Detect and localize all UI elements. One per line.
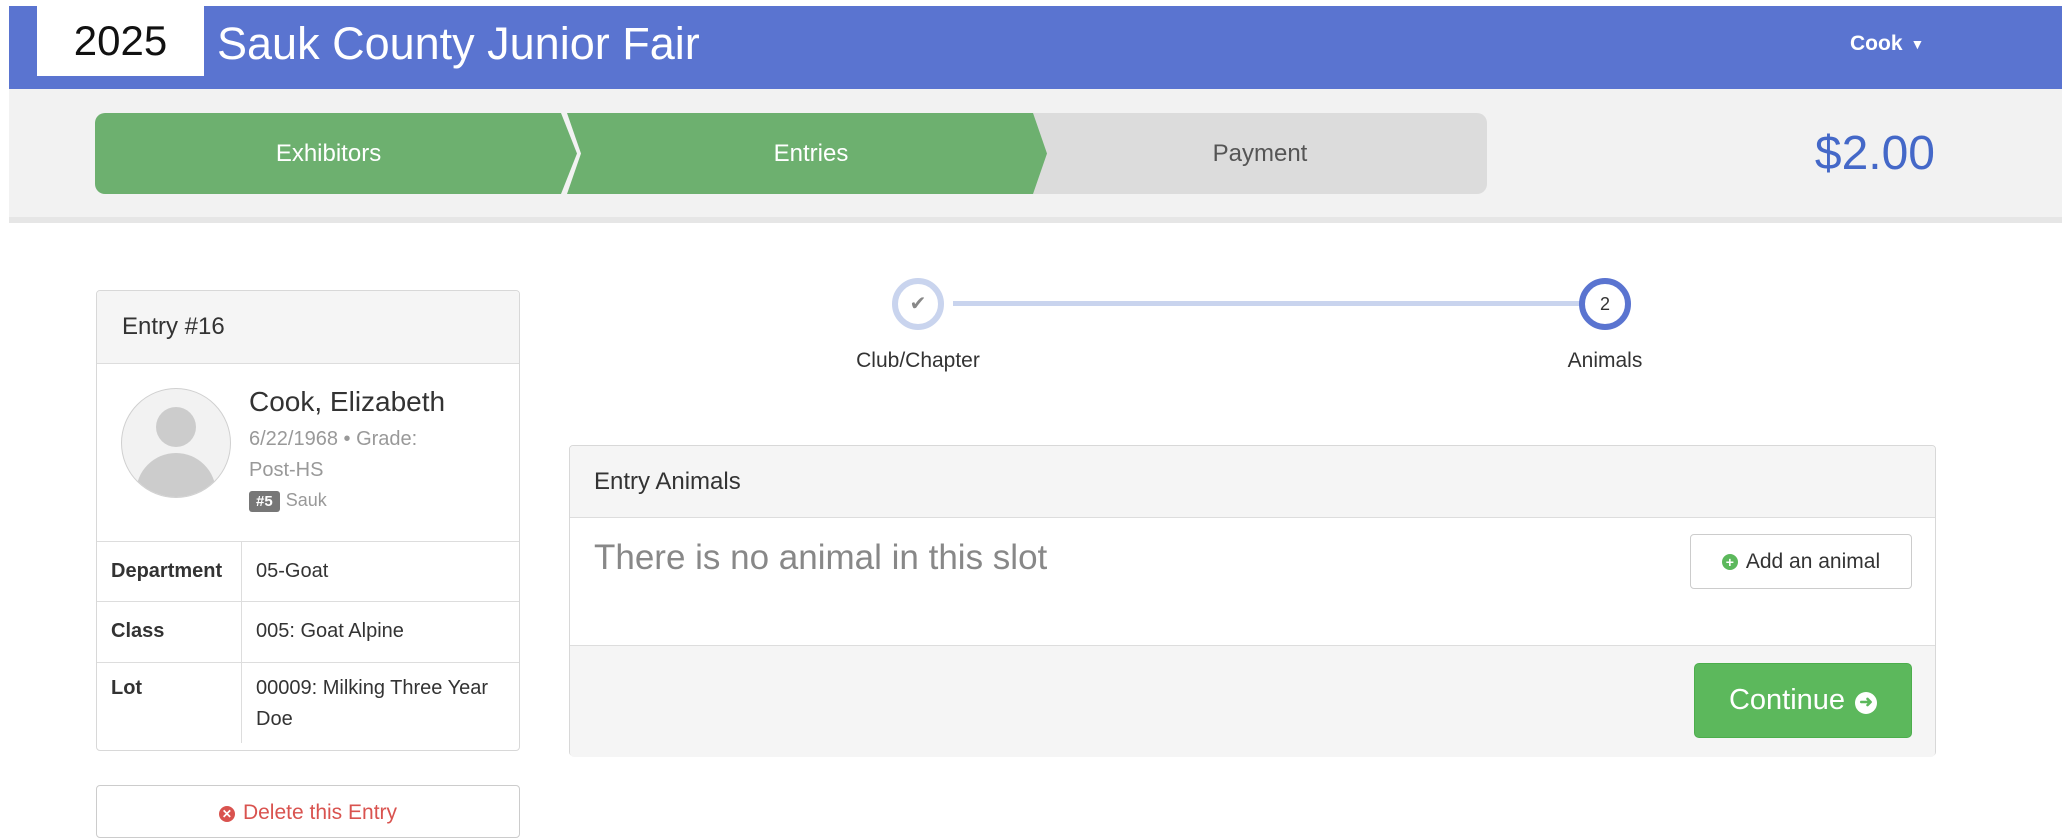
avatar-body	[136, 453, 216, 497]
step-entries[interactable]: Entries	[567, 113, 1053, 194]
panel-title: Entry Animals	[570, 446, 1935, 518]
step-label: Payment	[1212, 140, 1308, 167]
user-menu-dropdown[interactable]: Cook ▼	[1850, 6, 1924, 82]
wizard-label-club-chapter: Club/Chapter	[856, 349, 980, 372]
delete-entry-label: Delete this Entry	[242, 801, 398, 824]
detail-value: 005: Goat Alpine	[241, 601, 519, 663]
continue-button[interactable]: Continue ➜	[1694, 663, 1912, 738]
step-label: Entries	[773, 140, 849, 167]
cart-total: $2.00	[1814, 127, 1935, 180]
delete-entry-button[interactable]: ✕ Delete this Entry	[96, 785, 520, 838]
progress-steps: Exhibitors Entries Payment	[95, 113, 1487, 194]
exhibitor-summary: Cook, Elizabeth 6/22/1968 • Grade: Post-…	[97, 364, 519, 542]
wizard-connector	[953, 301, 1584, 306]
exhibitor-name: Cook, Elizabeth	[249, 386, 446, 417]
detail-value: 05-Goat	[256, 560, 329, 582]
caret-down-icon: ▼	[1910, 36, 1925, 53]
year-badge: 2025	[37, 6, 204, 76]
remove-circle-icon: ✕	[218, 806, 235, 822]
table-row: Lot 00009: Milking Three Year Doe	[97, 662, 519, 743]
checkmark-icon: ✔	[909, 293, 927, 315]
club-number-badge: #5	[249, 491, 280, 512]
club-name: Sauk	[285, 490, 327, 510]
panel-footer: Continue ➜	[570, 645, 1935, 757]
empty-slot-message: There is no animal in this slot	[594, 538, 1048, 577]
continue-label: Continue	[1728, 684, 1846, 716]
wizard-step-animals[interactable]: 2	[1579, 278, 1631, 330]
add-animal-label: Add an animal	[1745, 550, 1881, 573]
detail-key: Class	[97, 601, 242, 663]
wizard-label-animals: Animals	[1567, 349, 1643, 372]
exhibitor-meta: 6/22/1968 • Grade: Post-HS	[249, 428, 418, 481]
step-payment[interactable]: Payment	[1033, 113, 1487, 194]
brand-title[interactable]: Sauk County Junior Fair	[217, 6, 700, 82]
step-label: Exhibitors	[275, 140, 382, 167]
add-animal-button[interactable]: + Add an animal	[1690, 534, 1912, 589]
avatar-head	[156, 407, 196, 447]
wizard-step-club-chapter[interactable]: ✔	[892, 278, 944, 330]
step-exhibitors[interactable]: Exhibitors	[95, 113, 577, 194]
detail-value: 00009: Milking Three Year Doe	[241, 662, 519, 743]
entry-title: Entry #16	[97, 291, 519, 364]
table-row: Department 05-Goat	[97, 542, 519, 602]
avatar	[121, 388, 231, 498]
user-menu-label: Cook	[1850, 32, 1903, 55]
step-number: 2	[1599, 294, 1610, 314]
entry-card: Entry #16 Cook, Elizabeth 6/22/1968 • Gr…	[96, 290, 520, 751]
table-row: Class 005: Goat Alpine	[97, 601, 519, 663]
exhibitor-club: #5 Sauk	[249, 490, 327, 512]
entry-details-table: Department 05-Goat Class 005: Goat Alpin…	[97, 542, 519, 743]
detail-key: Department	[97, 542, 242, 602]
entry-animals-panel: Entry Animals There is no animal in this…	[569, 445, 1936, 757]
plus-circle-icon: +	[1721, 554, 1738, 570]
arrow-right-circle-icon: ➜	[1855, 692, 1878, 714]
detail-key: Lot	[97, 662, 242, 743]
